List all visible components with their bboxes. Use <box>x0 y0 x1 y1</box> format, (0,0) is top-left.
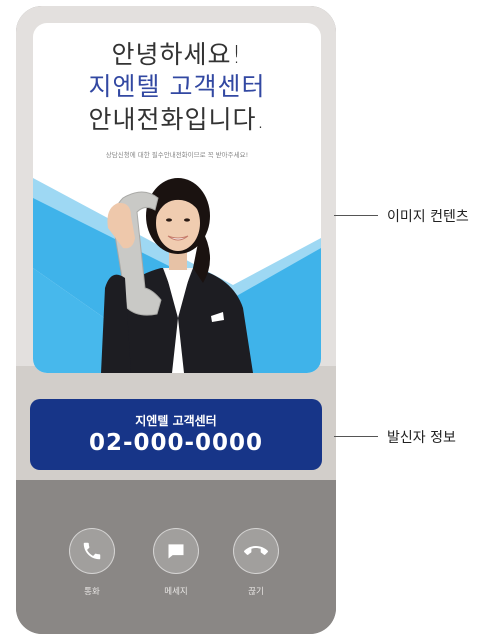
headline-line-1: 안녕하세요! <box>111 40 243 69</box>
callout-image-content: 이미지 컨텐츠 <box>387 209 469 225</box>
callout-line-caller <box>334 436 378 437</box>
call-label: 통화 <box>84 587 100 597</box>
callout-line-image <box>334 215 378 216</box>
headline-subtext: 상담신청에 대한 필수안내전화이므로 꼭 받아주세요! <box>105 151 249 159</box>
caller-name: 지엔텔 고객센터 <box>135 414 217 428</box>
caller-info-card: 지엔텔 고객센터 02-000-0000 <box>30 399 322 470</box>
call-button[interactable]: 통화 <box>67 528 117 597</box>
message-button[interactable]: 메세지 <box>151 528 201 597</box>
message-label: 메세지 <box>164 587 188 597</box>
callout-caller-info: 발신자 정보 <box>387 430 456 446</box>
caller-number: 02-000-0000 <box>88 430 264 456</box>
end-call-label: 끊기 <box>248 587 264 597</box>
phone-icon <box>69 528 115 574</box>
agent-photo <box>101 178 253 373</box>
image-content: 안녕하세요! 지엔텔 고객센터 안내전화입니다. 상담신청에 대한 필수안내전화… <box>33 23 321 373</box>
headline-line-2: 지엔텔 고객센터 <box>88 72 266 101</box>
headline-line-3: 안내전화입니다. <box>88 105 266 134</box>
end-call-button[interactable]: 끊기 <box>231 528 281 597</box>
message-icon <box>153 528 199 574</box>
hang-up-icon <box>233 528 279 574</box>
phone-mockup: 안녕하세요! 지엔텔 고객센터 안내전화입니다. 상담신청에 대한 필수안내전화… <box>16 6 336 634</box>
